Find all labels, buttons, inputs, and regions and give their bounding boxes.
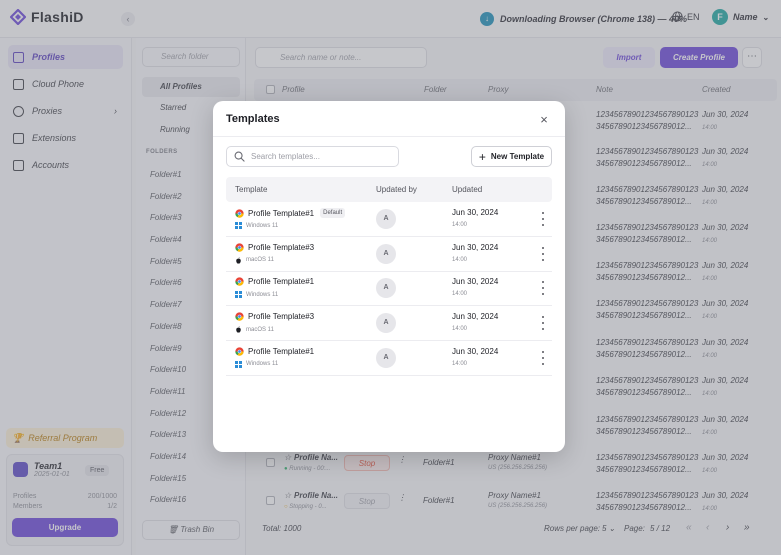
template-row[interactable]: Profile Template#3 macOS 11 A Jun 30, 2024 1… xyxy=(226,306,552,342)
template-os: Windows 11 xyxy=(235,360,279,368)
template-name: Profile Template#3 xyxy=(248,312,315,322)
template-name-cell: Profile Template#1 xyxy=(235,277,314,286)
more-vertical-icon[interactable] xyxy=(540,246,546,261)
template-name-cell: Profile Template#1 xyxy=(235,347,314,356)
divider xyxy=(213,136,565,137)
apple-icon xyxy=(236,326,241,333)
default-badge: Default xyxy=(320,208,346,218)
updated-by-avatar: A xyxy=(376,209,396,229)
os-name: macOS 11 xyxy=(246,257,274,264)
template-name-cell: Profile Template#3 xyxy=(235,312,314,321)
apple-icon xyxy=(236,257,241,264)
chrome-icon xyxy=(235,277,244,287)
windows-icon xyxy=(235,291,242,299)
templates-dialog: Templates × + New Template Template Upda… xyxy=(213,101,565,452)
windows-icon xyxy=(235,360,242,368)
column-template: Template xyxy=(235,185,268,194)
os-name: Windows 11 xyxy=(246,291,279,298)
template-name-cell: Profile Template#1 Default xyxy=(235,208,346,218)
template-name: Profile Template#1 xyxy=(248,208,315,218)
updated-time: 14:00 xyxy=(452,291,468,298)
chrome-icon xyxy=(235,312,244,321)
search-icon xyxy=(234,151,245,162)
template-os: macOS 11 xyxy=(235,257,274,264)
new-template-button[interactable]: + New Template xyxy=(471,146,552,167)
updated-time: 14:00 xyxy=(452,360,468,367)
more-vertical-icon[interactable] xyxy=(540,316,546,331)
template-search-input[interactable] xyxy=(251,149,396,164)
new-template-label: New Template xyxy=(490,152,545,161)
updated-date: Jun 30, 2024 xyxy=(452,242,499,252)
updated-by-avatar: A xyxy=(376,313,396,334)
chrome-icon xyxy=(235,243,244,252)
template-name-cell: Profile Template#3 xyxy=(235,243,314,252)
updated-time: 14:00 xyxy=(452,326,468,333)
template-os: Windows 11 xyxy=(235,222,278,229)
column-updated-by: Updated by xyxy=(376,185,417,194)
os-name: macOS 11 xyxy=(246,326,274,333)
template-name: Profile Template#1 xyxy=(248,346,315,356)
chrome-icon xyxy=(235,208,244,218)
column-updated: Updated xyxy=(452,185,483,194)
template-os: Windows 11 xyxy=(235,291,279,299)
updated-by-avatar: A xyxy=(376,347,396,368)
windows-icon xyxy=(235,222,242,229)
more-vertical-icon[interactable] xyxy=(540,350,546,365)
close-icon[interactable]: × xyxy=(537,113,551,127)
os-name: Windows 11 xyxy=(246,361,279,368)
updated-date: Jun 30, 2024 xyxy=(452,312,499,322)
template-os: macOS 11 xyxy=(235,326,274,333)
updated-by-avatar: A xyxy=(376,278,396,299)
templates-table-header: Template Updated by Updated xyxy=(226,177,552,202)
plus-icon: + xyxy=(478,149,486,164)
template-search[interactable] xyxy=(226,146,399,167)
template-row[interactable]: Profile Template#3 macOS 11 A Jun 30, 2024 1… xyxy=(226,237,552,272)
updated-time: 14:00 xyxy=(452,256,468,263)
updated-by-avatar: A xyxy=(376,243,396,264)
chrome-icon xyxy=(235,347,244,356)
updated-date: Jun 30, 2024 xyxy=(452,208,499,217)
template-row[interactable]: Profile Template#1 Windows 11 A Jun 30, 202… xyxy=(226,341,552,376)
template-row[interactable]: Profile Template#1 Default Windows 11 A Jun … xyxy=(226,202,552,237)
updated-time: 14:00 xyxy=(452,222,468,228)
more-vertical-icon[interactable] xyxy=(540,281,546,296)
template-name: Profile Template#3 xyxy=(248,242,315,252)
updated-date: Jun 30, 2024 xyxy=(452,277,499,287)
dialog-title: Templates xyxy=(226,113,280,125)
updated-date: Jun 30, 2024 xyxy=(452,346,499,356)
os-name: Windows 11 xyxy=(246,222,279,229)
more-vertical-icon[interactable] xyxy=(540,212,546,226)
template-row[interactable]: Profile Template#1 Windows 11 A Jun 30, 202… xyxy=(226,271,552,307)
template-name: Profile Template#1 xyxy=(248,277,315,287)
